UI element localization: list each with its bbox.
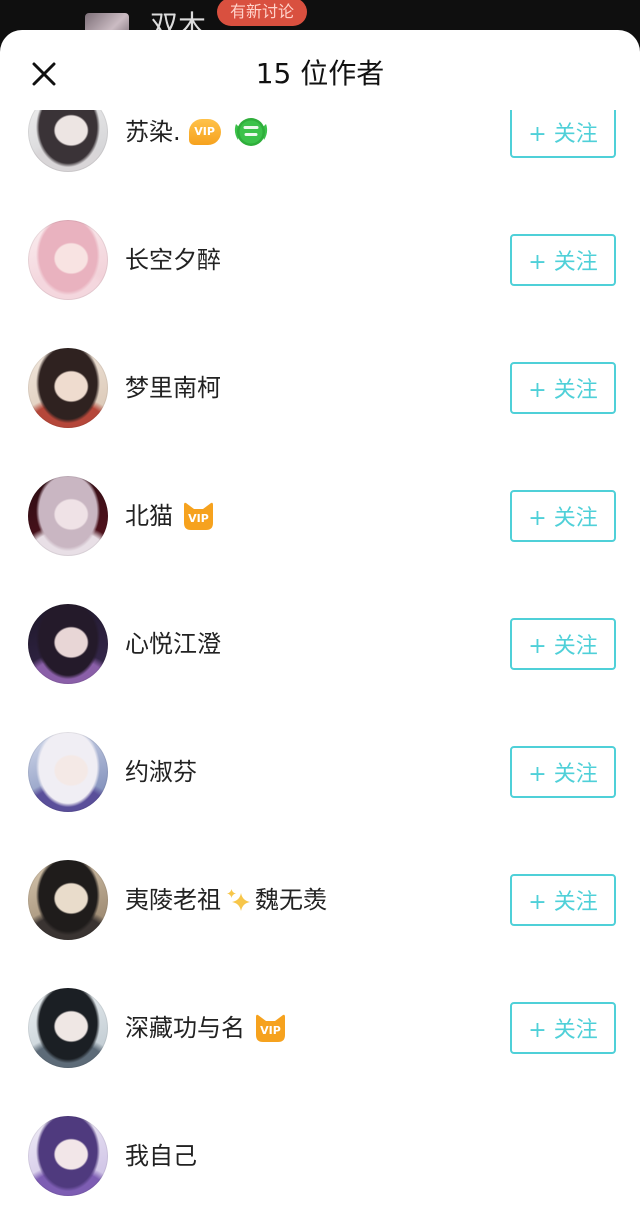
author-name[interactable]: 北猫 (125, 500, 173, 532)
author-name-group: 长空夕醉 (125, 244, 221, 276)
avatar[interactable] (28, 1116, 108, 1196)
avatar[interactable] (28, 732, 108, 812)
author-name[interactable]: 约淑芬 (125, 756, 197, 788)
author-row[interactable]: 心悦江澄 + 关注 (0, 580, 640, 708)
author-name[interactable]: 深藏功与名 (125, 1012, 245, 1044)
author-name-group: 心悦江澄 (125, 628, 221, 660)
author-name-group: 北猫 VIP (125, 500, 214, 532)
author-row[interactable]: 苏染. VIP + 关注 (0, 110, 640, 196)
follow-button[interactable]: + 关注 (510, 362, 616, 414)
authors-sheet: 15 位作者 苏染. VIP + 关注 长空夕醉 + 关注 梦里南柯 + 关注 北猫 VIP + … (0, 30, 640, 1221)
author-name[interactable]: 我自己 (125, 1140, 197, 1172)
author-row[interactable]: 梦里南柯 + 关注 (0, 324, 640, 452)
author-name[interactable]: 梦里南柯 (125, 372, 221, 404)
author-name[interactable]: 苏染. (125, 116, 181, 148)
vip-cat-badge: VIP (255, 1013, 286, 1043)
author-row[interactable]: 北猫 VIP + 关注 (0, 452, 640, 580)
follow-button[interactable]: + 关注 (510, 1002, 616, 1054)
follow-button[interactable]: + 关注 (510, 110, 616, 158)
author-name-group: 夷陵老祖 魏无羡 (125, 884, 327, 916)
sheet-title: 15 位作者 (255, 57, 385, 90)
follow-button[interactable]: + 关注 (510, 746, 616, 798)
follow-button[interactable]: + 关注 (510, 874, 616, 926)
author-list-viewport[interactable]: 苏染. VIP + 关注 长空夕醉 + 关注 梦里南柯 + 关注 北猫 VIP + 关注 心悦江澄 +… (0, 110, 640, 1221)
author-row[interactable]: 夷陵老祖 魏无羡 + 关注 (0, 836, 640, 964)
author-name-group: 苏染. VIP (125, 115, 271, 149)
avatar[interactable] (28, 988, 108, 1068)
vip-badge: VIP (188, 119, 221, 145)
avatar[interactable] (28, 604, 108, 684)
author-name-group: 我自己 (125, 1140, 197, 1172)
green-badge-icon (231, 115, 271, 149)
author-name-group: 深藏功与名 VIP (125, 1012, 286, 1044)
avatar[interactable] (28, 860, 108, 940)
sparkles-icon (225, 887, 251, 913)
author-name[interactable]: 长空夕醉 (125, 244, 221, 276)
sheet-header: 15 位作者 (0, 30, 640, 110)
author-row[interactable]: 我自己 (0, 1092, 640, 1220)
author-row[interactable]: 约淑芬 + 关注 (0, 708, 640, 836)
avatar[interactable] (28, 220, 108, 300)
author-list: 苏染. VIP + 关注 长空夕醉 + 关注 梦里南柯 + 关注 北猫 VIP + 关注 心悦江澄 +… (0, 110, 640, 1220)
new-discussion-badge: 有新讨论 (217, 0, 308, 26)
author-name-group: 梦里南柯 (125, 372, 221, 404)
vip-cat-badge: VIP (183, 501, 214, 531)
avatar[interactable] (28, 476, 108, 556)
avatar[interactable] (28, 348, 108, 428)
author-name-group: 约淑芬 (125, 756, 197, 788)
vip-badge-label: VIP (260, 1024, 281, 1037)
author-row[interactable]: 深藏功与名 VIP + 关注 (0, 964, 640, 1092)
vip-badge-label: VIP (188, 512, 209, 525)
follow-button[interactable]: + 关注 (510, 490, 616, 542)
author-row[interactable]: 长空夕醉 + 关注 (0, 196, 640, 324)
follow-button[interactable]: + 关注 (510, 618, 616, 670)
follow-button[interactable]: + 关注 (510, 234, 616, 286)
author-name[interactable]: 夷陵老祖 (125, 884, 221, 916)
avatar[interactable] (28, 110, 108, 172)
author-name[interactable]: 心悦江澄 (125, 628, 221, 660)
author-name-suffix[interactable]: 魏无羡 (255, 884, 327, 916)
vip-badge-label: VIP (194, 125, 215, 138)
